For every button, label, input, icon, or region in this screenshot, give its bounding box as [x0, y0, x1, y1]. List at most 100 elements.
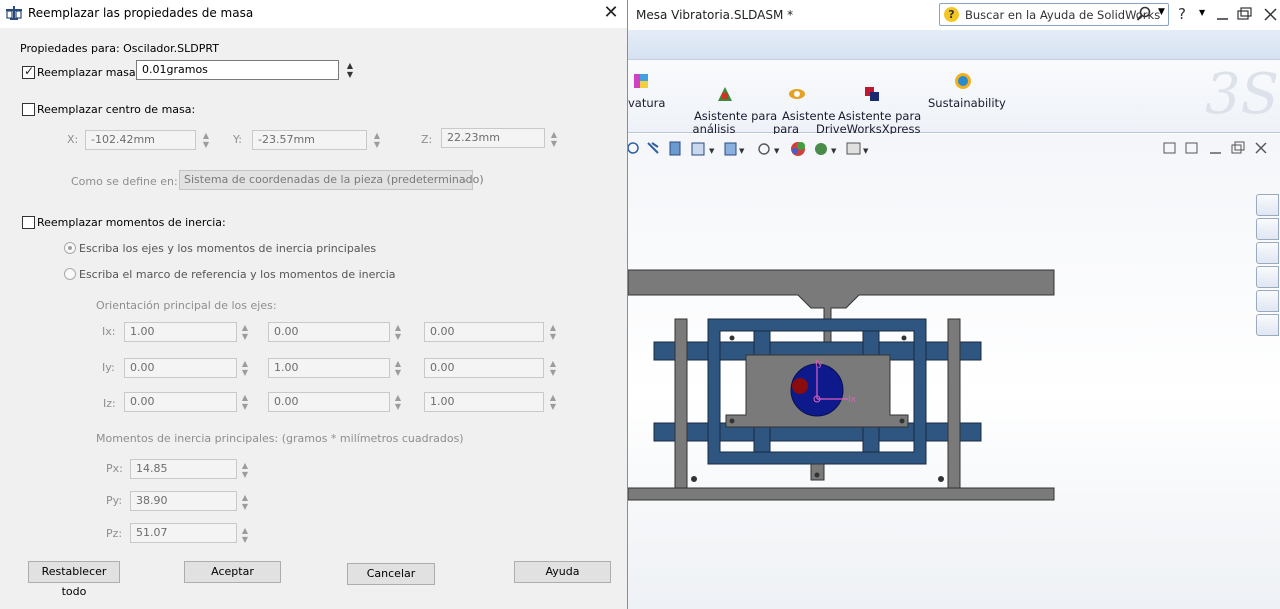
- reset-all-button[interactable]: Restablecer todo: [28, 561, 120, 598]
- py-spinner[interactable]: ▲ ▼: [240, 493, 250, 513]
- design-library-tab-icon[interactable]: [1256, 218, 1279, 240]
- cancel-button[interactable]: Cancelar: [347, 563, 435, 585]
- iz-1-input[interactable]: 0.00: [124, 392, 237, 412]
- iy-1-input[interactable]: 0.00: [124, 358, 237, 378]
- help-search-box[interactable]: ? Buscar en la Ayuda de SolidWorks ▼: [939, 3, 1169, 26]
- radio-principal-axes[interactable]: [64, 242, 76, 254]
- task-pane-tabs: [1256, 194, 1280, 340]
- ribbon-label-curvature: vatura: [628, 96, 666, 110]
- curvature-icon: [634, 74, 648, 88]
- home-tab-icon[interactable]: [1256, 194, 1279, 216]
- iz-label: Iz:: [103, 397, 116, 410]
- command-manager-tabs: [628, 30, 1280, 60]
- document-title: Mesa Vibratoria.SLDASM *: [636, 8, 794, 22]
- simulationxpress-icon: [717, 87, 732, 101]
- view-palette-tab-icon[interactable]: [1256, 266, 1279, 288]
- appearances-tab-icon[interactable]: [1256, 290, 1279, 312]
- help-question-icon: ?: [944, 7, 959, 22]
- close-icon[interactable]: ✕: [596, 2, 626, 26]
- radio-principal-axes-label: Escriba los ejes y los momentos de inerc…: [79, 242, 377, 255]
- com-z-input[interactable]: 22.23mm: [441, 128, 545, 148]
- com-x-spinner[interactable]: ▲ ▼: [201, 131, 211, 151]
- file-explorer-tab-icon[interactable]: [1256, 242, 1279, 264]
- bottom-tab: [810, 463, 825, 481]
- override-inertia-label: Reemplazar momentos de inercia:: [37, 216, 226, 229]
- com-y-label: Y:: [233, 133, 242, 146]
- iy-3-input[interactable]: 0.00: [424, 358, 544, 378]
- iz-2-input[interactable]: 0.00: [268, 392, 390, 412]
- com-y-input[interactable]: -23.57mm: [252, 130, 367, 150]
- ribbon-item-sustainability[interactable]: Sustainability: [928, 72, 1006, 110]
- iy-2-spinner[interactable]: ▲ ▼: [393, 359, 403, 379]
- com-z-label: Z:: [421, 133, 433, 146]
- radio-selected-dot: [68, 246, 72, 250]
- ix-2-spinner[interactable]: ▲ ▼: [393, 323, 403, 343]
- command-manager-ribbon: vatura Asistente para análisis Simulatio…: [628, 60, 1280, 149]
- help-dropdown-arrow-icon[interactable]: ▼: [1199, 8, 1205, 17]
- help-button[interactable]: Ayuda: [514, 561, 611, 583]
- px-label: Px:: [106, 462, 123, 475]
- floxpress-icon: [788, 89, 805, 99]
- chevron-down-icon: ⌄: [461, 175, 468, 184]
- com-x-label: X:: [67, 133, 79, 146]
- override-mass-checkbox[interactable]: ✓: [22, 64, 35, 79]
- custom-properties-tab-icon[interactable]: [1256, 314, 1279, 336]
- pz-label: Pz:: [106, 527, 123, 540]
- iy-2-input[interactable]: 1.00: [268, 358, 390, 378]
- override-inertia-checkbox[interactable]: [22, 216, 35, 229]
- iz-3-spinner[interactable]: ▲ ▼: [548, 393, 558, 413]
- ix-1-spinner[interactable]: ▲ ▼: [240, 323, 250, 343]
- com-z-spinner[interactable]: ▲ ▼: [549, 130, 559, 150]
- right-post-screw: [938, 476, 944, 482]
- close-icon[interactable]: [1264, 8, 1277, 21]
- ok-button[interactable]: Aceptar: [184, 561, 281, 583]
- radio-reference-frame[interactable]: [64, 268, 76, 280]
- ix-3-input[interactable]: 0.00: [424, 322, 544, 342]
- search-icon[interactable]: [1136, 6, 1152, 25]
- graphics-area[interactable]: ▼ ▼ ▼ ▼ ▼ Iy Ix: [628, 134, 1280, 609]
- defined-in-label: Como se define en:: [71, 175, 178, 188]
- com-y-spinner[interactable]: ▲ ▼: [372, 131, 382, 151]
- sleeve-left-bottom: [753, 426, 771, 453]
- restore-icon[interactable]: [1237, 7, 1252, 20]
- right-post: [947, 318, 961, 489]
- py-input[interactable]: 38.90: [130, 491, 237, 511]
- ribbon-label-driveworksxpress: Asistente para DriveWorksXpress: [816, 109, 922, 136]
- coordinate-system-select[interactable]: Sistema de coordenadas de la pieza (pred…: [179, 170, 484, 190]
- ix-label: Ix:: [102, 325, 116, 338]
- pz-input[interactable]: 51.07: [130, 523, 237, 543]
- iz-2-spinner[interactable]: ▲ ▼: [393, 393, 403, 413]
- frame-screw-right: [901, 335, 907, 341]
- mass-input[interactable]: 0.01gramos: [136, 60, 339, 80]
- sustainability-icon: [955, 73, 971, 89]
- principal-moments-label: Momentos de inercia principales: (gramos…: [96, 432, 464, 445]
- window-controls[interactable]: [1214, 6, 1280, 24]
- coordinate-system-value: Sistema de coordenadas de la pieza (pred…: [184, 173, 484, 186]
- oscillator-screw-right: [899, 418, 905, 424]
- ix-2-input[interactable]: 0.00: [268, 322, 390, 342]
- y-axis-label: Iy: [815, 359, 824, 369]
- sleeve-left-top: [753, 330, 771, 356]
- left-post-screw: [691, 476, 697, 482]
- px-spinner[interactable]: ▲ ▼: [240, 461, 250, 481]
- px-input[interactable]: 14.85: [130, 459, 237, 479]
- iz-3-input[interactable]: 1.00: [424, 392, 544, 412]
- ix-1-input[interactable]: 1.00: [124, 322, 237, 342]
- iy-3-spinner[interactable]: ▲ ▼: [548, 359, 558, 379]
- override-com-checkbox[interactable]: [22, 103, 35, 116]
- pz-spinner[interactable]: ▲ ▼: [240, 526, 250, 546]
- vibrating-table-model: Iy Ix: [628, 269, 1055, 501]
- eccentric-mass: [792, 378, 808, 394]
- com-x-input[interactable]: -102.42mm: [85, 130, 196, 150]
- search-dropdown-arrow-icon[interactable]: ▼: [1158, 7, 1165, 17]
- bottom-tab-screw: [814, 472, 820, 478]
- help-search-placeholder: Buscar en la Ayuda de SolidWorks: [965, 8, 1161, 22]
- ribbon-item-curvature[interactable]: vatura: [628, 72, 665, 110]
- bottom-rail: [628, 487, 1055, 501]
- mass-spinner[interactable]: ▲ ▼: [345, 61, 355, 81]
- ix-3-spinner[interactable]: ▲ ▼: [548, 323, 558, 343]
- help-icon[interactable]: ?: [1178, 5, 1186, 23]
- iy-1-spinner[interactable]: ▲ ▼: [240, 359, 250, 379]
- iz-1-spinner[interactable]: ▲ ▼: [240, 393, 250, 413]
- oscillator-screw-left: [729, 418, 735, 424]
